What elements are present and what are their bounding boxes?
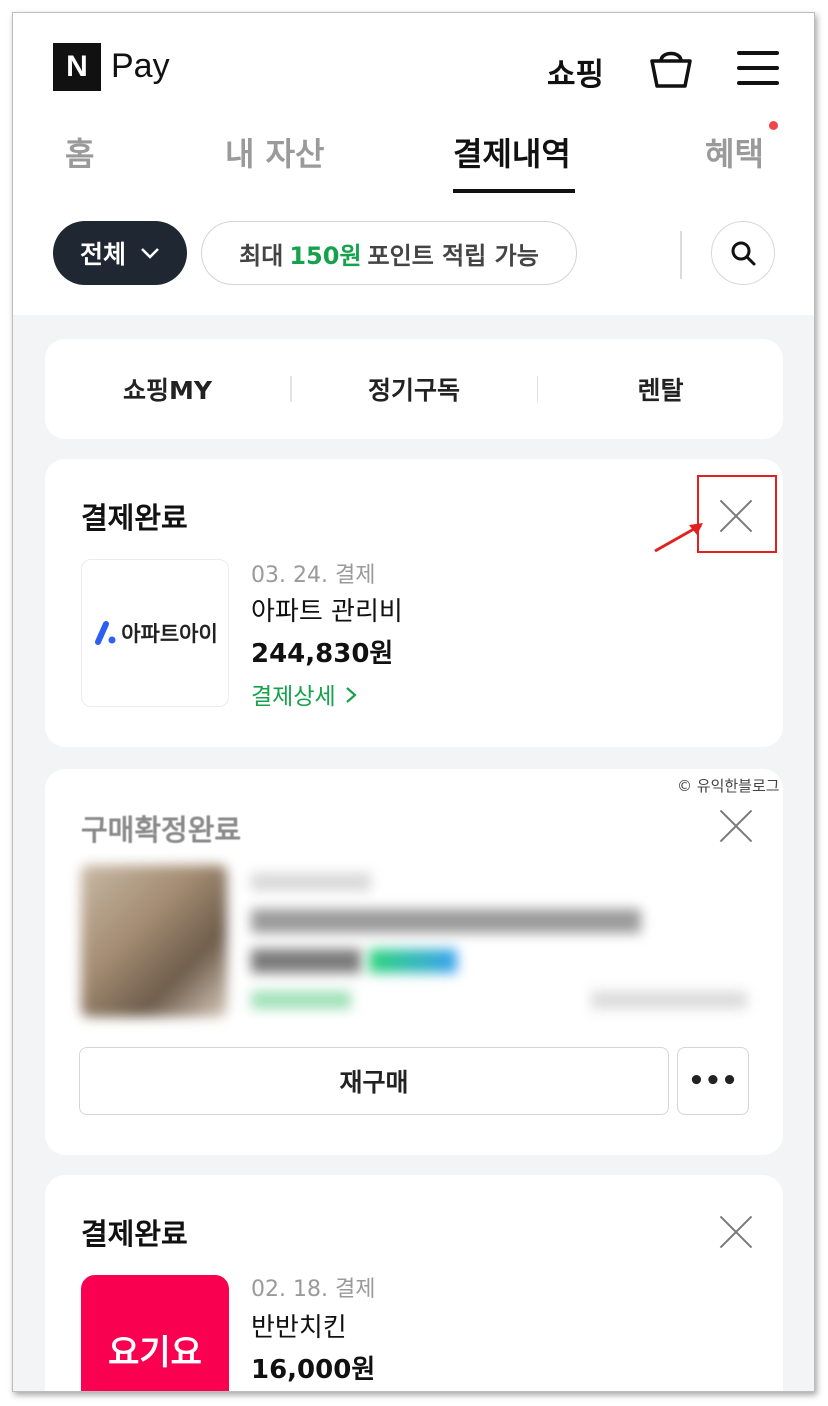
- order-card: 결제완료 아파트아이 03. 24. 결제 아파트 관리비 244,830원 결…: [45, 459, 783, 747]
- rebuy-button[interactable]: 재구매: [79, 1047, 669, 1115]
- order-card: 구매확정완료 재구매 •••: [45, 769, 783, 1155]
- naver-logo[interactable]: N: [53, 43, 101, 91]
- quick-subscription[interactable]: 정기구독: [292, 371, 537, 407]
- merchant-logo-text: 아파트아이: [121, 622, 218, 646]
- payment-date: 03. 24. 결제: [251, 563, 376, 588]
- blurred-meta: [591, 991, 747, 1009]
- item-price: 244,830원: [251, 639, 394, 669]
- order-status: 결제완료: [81, 1217, 188, 1251]
- detail-link-label: 결제상세: [251, 684, 336, 710]
- quick-rental[interactable]: 렌탈: [538, 371, 783, 407]
- merchant-logo: 요기요: [81, 1275, 229, 1391]
- close-icon[interactable]: [719, 1215, 753, 1249]
- divider: [680, 231, 682, 279]
- more-options-button[interactable]: •••: [677, 1047, 749, 1115]
- cart-icon[interactable]: [647, 43, 695, 91]
- annotation-arrow-icon: [654, 523, 703, 553]
- order-status: 결제완료: [81, 501, 188, 535]
- shopping-link[interactable]: 쇼핑: [547, 49, 604, 94]
- order-card: 결제완료 요기요 02. 18. 결제 반반치킨 16,000원: [45, 1175, 783, 1391]
- filter-all-dropdown[interactable]: 전체: [53, 221, 187, 285]
- tab-home[interactable]: 홈: [65, 129, 94, 175]
- header: N Pay 쇼핑 홈 내 자산 결제내역 혜택 전체 최대 150원 포인트 적…: [13, 13, 814, 315]
- quick-shopping-my[interactable]: 쇼핑MY: [45, 371, 290, 407]
- active-tab-indicator: [453, 189, 575, 193]
- app-frame: N Pay 쇼핑 홈 내 자산 결제내역 혜택 전체 최대 150원 포인트 적…: [12, 12, 815, 1392]
- search-icon: [731, 241, 756, 266]
- item-name: 아파트 관리비: [251, 597, 403, 627]
- menu-icon[interactable]: [737, 51, 779, 85]
- chevron-right-icon: [346, 687, 357, 703]
- blurred-price: [251, 949, 361, 973]
- blurred-badge: [369, 949, 457, 973]
- blurred-link: [251, 991, 351, 1009]
- merchant-logo: 아파트아이: [81, 559, 229, 707]
- tab-payment-history[interactable]: 결제내역: [453, 129, 571, 175]
- filter-label: 전체: [79, 240, 126, 269]
- merchant-logo-text: 요기요: [108, 1332, 202, 1373]
- blurred-product-image: [81, 865, 227, 1017]
- item-price: 16,000원: [251, 1355, 376, 1385]
- point-amount: 150원: [289, 241, 362, 270]
- payment-date: 02. 18. 결제: [251, 1277, 376, 1302]
- blurred-name: [251, 909, 641, 933]
- point-benefit-pill[interactable]: 최대 150원 포인트 적립 가능: [201, 221, 577, 285]
- notification-dot: [769, 121, 778, 130]
- point-suffix: 포인트 적립 가능: [367, 241, 539, 270]
- blurred-date: [251, 873, 371, 891]
- tab-benefits[interactable]: 혜택: [705, 129, 764, 175]
- apartment-logo-icon: [95, 621, 116, 645]
- tab-my-assets[interactable]: 내 자산: [225, 129, 324, 175]
- pay-logo-text: Pay: [111, 47, 170, 85]
- close-icon[interactable]: [719, 809, 753, 843]
- watermark: © 유익한블로그: [677, 777, 780, 795]
- quick-menu: 쇼핑MY 정기구독 렌탈: [45, 339, 783, 439]
- item-name: 반반치킨: [251, 1313, 347, 1343]
- point-prefix: 최대: [239, 241, 284, 270]
- search-button[interactable]: [711, 221, 775, 285]
- order-status: 구매확정완료: [81, 813, 242, 847]
- payment-detail-link[interactable]: 결제상세: [251, 677, 357, 711]
- chevron-down-icon: [141, 248, 159, 259]
